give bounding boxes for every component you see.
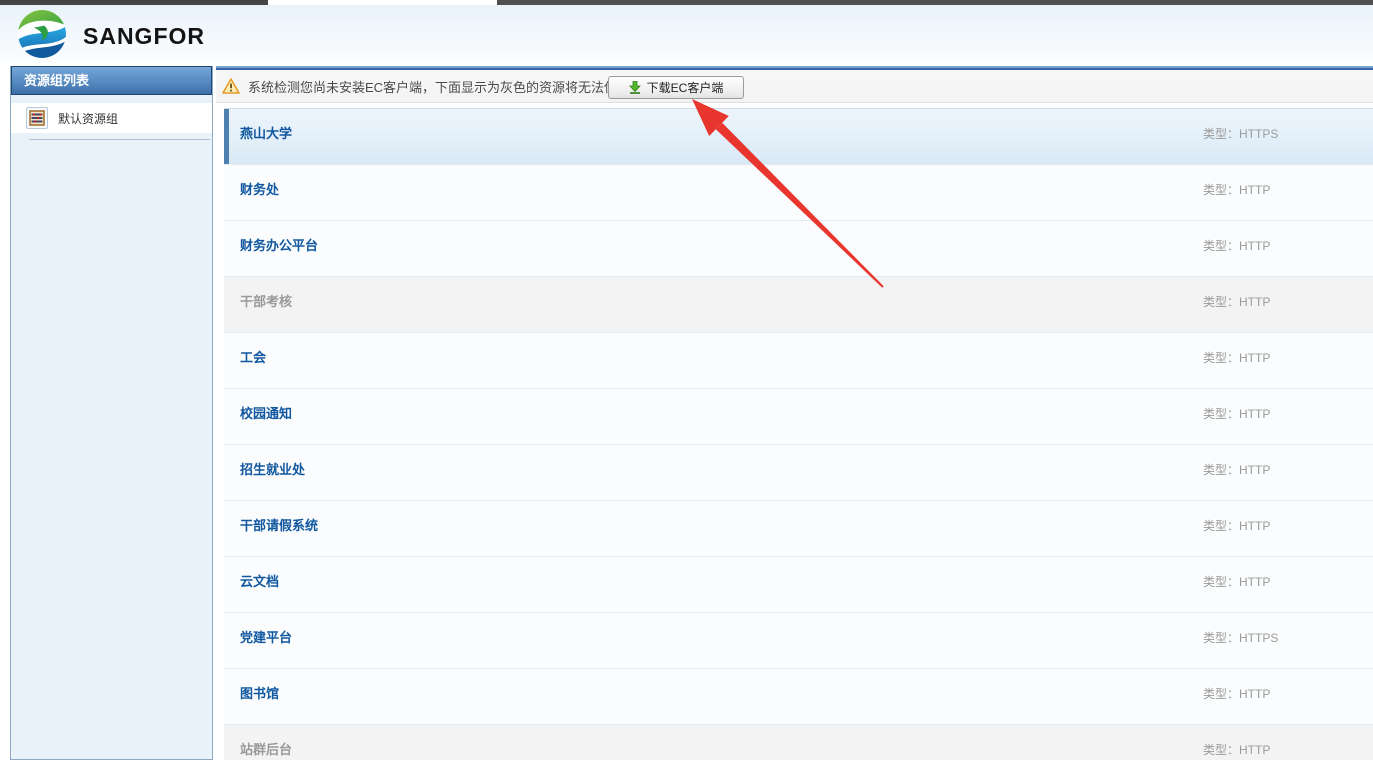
brand-logo: SANGFOR [17, 9, 205, 64]
resource-row[interactable]: 图书馆 类型：HTTP [224, 669, 1373, 725]
resource-type: 类型：HTTP [1203, 349, 1270, 366]
main-area: 系统检测您尚未安装EC客户端，下面显示为灰色的资源将无法使用。 下载EC客户端 … [216, 66, 1373, 760]
resource-row[interactable]: 招生就业处 类型：HTTP [224, 445, 1373, 501]
resource-name: 招生就业处 [240, 459, 305, 478]
warning-icon [222, 78, 240, 94]
resource-row: 站群后台 类型：HTTP [224, 725, 1373, 760]
resource-row[interactable]: 云文档 类型：HTTP [224, 557, 1373, 613]
notice-text: 系统检测您尚未安装EC客户端，下面显示为灰色的资源将无法使用。 [248, 77, 643, 96]
resource-type: 类型：HTTP [1203, 405, 1270, 422]
resource-name: 站群后台 [240, 739, 292, 758]
page: SANGFOR 资源组列表 默认资源组 [0, 0, 1373, 760]
resource-type: 类型：HTTP [1203, 293, 1270, 310]
sidebar-item-default-resource-group[interactable]: 默认资源组 [11, 103, 212, 133]
sangfor-globe-icon [17, 9, 67, 64]
resource-row[interactable]: 工会 类型：HTTP [224, 333, 1373, 389]
resource-name: 干部请假系统 [240, 515, 318, 534]
resource-row[interactable]: 财务办公平台 类型：HTTP [224, 221, 1373, 277]
resource-type: 类型：HTTP [1203, 181, 1270, 198]
resource-name: 图书馆 [240, 683, 279, 702]
download-button-label: 下载EC客户端 [647, 79, 724, 96]
resource-type: 类型：HTTP [1203, 237, 1270, 254]
resource-type: 类型：HTTP [1203, 517, 1270, 534]
selected-row-accent [224, 109, 229, 164]
resource-row: 干部考核 类型：HTTP [224, 277, 1373, 333]
brand-name: SANGFOR [83, 23, 205, 50]
app-header: SANGFOR [0, 5, 1373, 63]
download-icon [629, 81, 641, 94]
resource-type: 类型：HTTP [1203, 741, 1270, 758]
sidebar-separator [29, 139, 210, 140]
resource-row[interactable]: 校园通知 类型：HTTP [224, 389, 1373, 445]
resource-row[interactable]: 党建平台 类型：HTTPS [224, 613, 1373, 669]
resource-type: 类型：HTTP [1203, 685, 1270, 702]
resource-name: 党建平台 [240, 627, 292, 646]
resource-type: 类型：HTTPS [1203, 629, 1278, 646]
sidebar-item-label: 默认资源组 [58, 110, 118, 127]
resource-type: 类型：HTTP [1203, 461, 1270, 478]
resource-name: 校园通知 [240, 403, 292, 422]
download-ec-client-button[interactable]: 下载EC客户端 [608, 76, 744, 99]
resource-group-sidebar: 资源组列表 默认资源组 [10, 66, 213, 760]
resource-group-icon [26, 107, 48, 129]
resource-row[interactable]: 干部请假系统 类型：HTTP [224, 501, 1373, 557]
resource-list: 燕山大学类型：HTTPS财务处类型：HTTP财务办公平台类型：HTTP干部考核类… [224, 108, 1373, 760]
resource-name: 干部考核 [240, 291, 292, 310]
resource-name: 云文档 [240, 571, 279, 590]
resource-name: 燕山大学 [240, 123, 292, 142]
resource-name: 财务办公平台 [240, 235, 318, 254]
resource-type: 类型：HTTPS [1203, 125, 1278, 142]
resource-name: 财务处 [240, 179, 279, 198]
resource-row[interactable]: 燕山大学 类型：HTTPS [224, 109, 1373, 165]
sidebar-title: 资源组列表 [11, 66, 212, 95]
resource-type: 类型：HTTP [1203, 573, 1270, 590]
notice-bar: 系统检测您尚未安装EC客户端，下面显示为灰色的资源将无法使用。 下载EC客户端 [216, 66, 1373, 103]
resource-row[interactable]: 财务处 类型：HTTP [224, 165, 1373, 221]
resource-name: 工会 [240, 347, 266, 366]
